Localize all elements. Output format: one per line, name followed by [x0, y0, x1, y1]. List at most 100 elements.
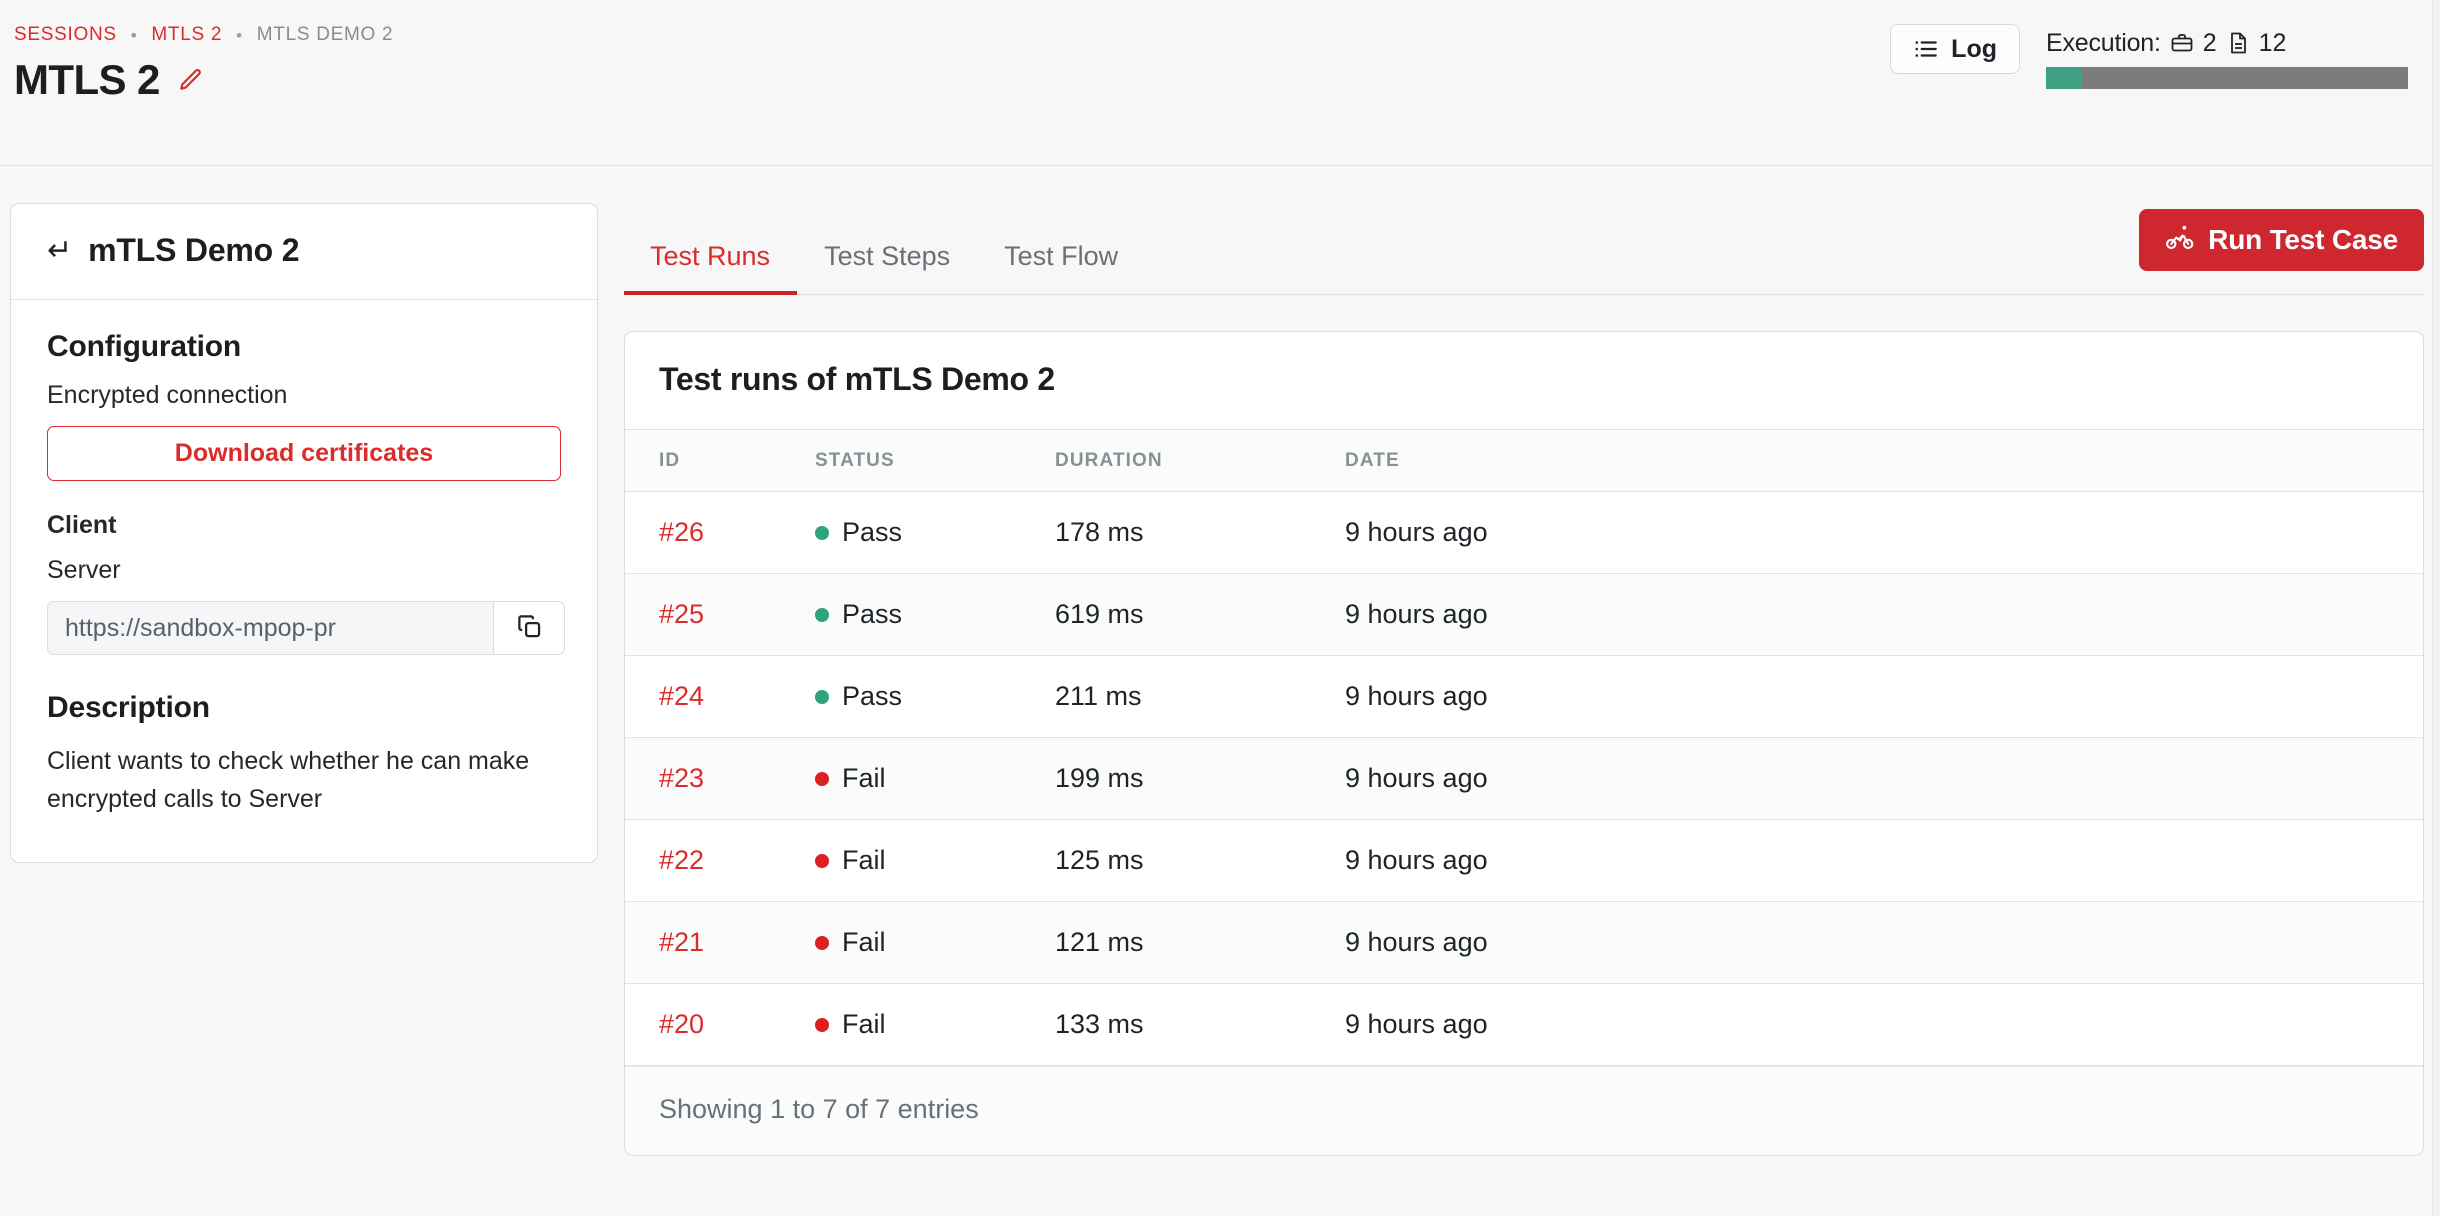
cell-status: Fail: [815, 819, 1055, 902]
sidebar-card-header: ↵ mTLS Demo 2: [11, 204, 597, 300]
table-row[interactable]: #24 Pass 211 ms 9 hours ago: [625, 655, 2423, 738]
configuration-heading: Configuration: [47, 330, 242, 363]
execution-briefcase-count: 2: [2202, 28, 2217, 57]
server-url-row: [47, 601, 565, 655]
client-label: Client: [47, 511, 117, 539]
execution-progress-fill: [2046, 67, 2083, 89]
cell-duration: 125 ms: [1055, 819, 1345, 902]
table-row[interactable]: #22 Fail 125 ms 9 hours ago: [625, 819, 2423, 902]
run-id-link[interactable]: #21: [659, 927, 704, 957]
status-label: Fail: [842, 927, 886, 957]
server-label: Server: [47, 556, 121, 584]
person-biking-icon: [2165, 222, 2195, 259]
run-test-case-button[interactable]: Run Test Case: [2139, 209, 2424, 271]
description-text: Client wants to check whether he can mak…: [47, 747, 530, 813]
status-label: Fail: [842, 1009, 886, 1039]
execution-status: Execution: 2 12: [2046, 24, 2408, 89]
cell-duration: 619 ms: [1055, 573, 1345, 656]
table-body: #26 Pass 178 ms 9 hours ago #25 Pass 619 ms 9 h…: [625, 491, 2423, 1066]
tabs-row: Test Runs Test Steps Test Flow Run Test …: [624, 203, 2424, 295]
execution-counts: Execution: 2 12: [2046, 26, 2408, 60]
status-dot-fail: [815, 853, 829, 868]
cell-status: Fail: [815, 983, 1055, 1066]
status-label: Fail: [842, 763, 886, 793]
breadcrumb-separator: •: [130, 25, 138, 45]
table-row[interactable]: #25 Pass 619 ms 9 hours ago: [625, 573, 2423, 656]
cell-id: #22: [625, 819, 815, 902]
cell-duration: 199 ms: [1055, 737, 1345, 820]
cell-duration: 121 ms: [1055, 901, 1345, 984]
status-label: Pass: [842, 517, 903, 547]
cell-status: Pass: [815, 655, 1055, 738]
status-dot-pass: [815, 689, 829, 704]
table-row[interactable]: #20 Fail 133 ms 9 hours ago: [625, 983, 2423, 1066]
document-icon: [2226, 31, 2250, 55]
cell-duration: 211 ms: [1055, 655, 1345, 738]
cell-id: #26: [625, 491, 815, 574]
cell-id: #24: [625, 655, 815, 738]
status-label: Pass: [842, 599, 903, 629]
breadcrumb-separator: •: [236, 25, 243, 45]
column-header-status: STATUS: [815, 429, 1055, 492]
column-header-id: ID: [625, 429, 815, 492]
breadcrumb-item-sessions[interactable]: SESSIONS: [14, 24, 117, 46]
breadcrumb-item-mtls-2[interactable]: MTLS 2: [151, 24, 222, 46]
test-runs-table: ID STATUS DURATION DATE #26 Pass 178 ms 9 h…: [625, 429, 2423, 1066]
copy-icon: [516, 613, 543, 643]
status-dot-fail: [815, 771, 829, 786]
encrypted-connection-label: Encrypted connection: [47, 381, 288, 409]
status-dot-fail: [815, 935, 829, 950]
list-icon: [1913, 36, 1939, 62]
execution-label: Execution:: [2046, 28, 2161, 57]
log-button[interactable]: Log: [1890, 24, 2020, 74]
table-row[interactable]: #23 Fail 199 ms 9 hours ago: [625, 737, 2423, 820]
cell-date: 9 hours ago: [1345, 983, 2423, 1066]
briefcase-icon: [2170, 31, 2194, 55]
test-runs-table-card: Test runs of mTLS Demo 2 ID STATUS DURAT…: [624, 331, 2424, 1156]
execution-document-count: 12: [2258, 28, 2287, 57]
download-certificates-button[interactable]: Download certificates: [47, 426, 561, 481]
tabs: Test Runs Test Steps Test Flow: [624, 203, 1145, 295]
cell-duration: 178 ms: [1055, 491, 1345, 574]
column-header-date: DATE: [1345, 429, 2423, 492]
table-header-row: ID STATUS DURATION DATE: [625, 429, 2423, 492]
cell-date: 9 hours ago: [1345, 819, 2423, 902]
pencil-icon[interactable]: [176, 65, 206, 95]
execution-progress-bar: [2046, 67, 2408, 89]
run-id-link[interactable]: #23: [659, 763, 704, 793]
run-id-link[interactable]: #24: [659, 681, 704, 711]
test-runs-table-title: Test runs of mTLS Demo 2: [659, 361, 1055, 397]
cell-status: Fail: [815, 901, 1055, 984]
tab-test-flow[interactable]: Test Flow: [977, 203, 1145, 295]
status-label: Fail: [842, 845, 886, 875]
cell-id: #23: [625, 737, 815, 820]
page-title: MTLS 2: [14, 56, 160, 103]
sidebar-card-title: mTLS Demo 2: [88, 232, 300, 268]
run-id-link[interactable]: #22: [659, 845, 704, 875]
cell-status: Pass: [815, 573, 1055, 656]
test-case-sidebar-card: ↵ mTLS Demo 2 Configuration Encrypted co…: [10, 203, 598, 863]
sidebar-card-body: Configuration Encrypted connection Downl…: [11, 300, 597, 862]
run-id-link[interactable]: #25: [659, 599, 704, 629]
header-actions: Log Execution: 2 12: [1890, 24, 2408, 89]
main-column: Test Runs Test Steps Test Flow Run Test …: [624, 203, 2424, 1156]
page-scrollbar[interactable]: [2432, 0, 2440, 1216]
table-row[interactable]: #21 Fail 121 ms 9 hours ago: [625, 901, 2423, 984]
tab-test-steps[interactable]: Test Steps: [797, 203, 977, 295]
server-url-input[interactable]: [47, 601, 493, 655]
status-dot-pass: [815, 525, 829, 540]
status-dot-fail: [815, 1017, 829, 1032]
run-id-link[interactable]: #20: [659, 1009, 704, 1039]
table-row[interactable]: #26 Pass 178 ms 9 hours ago: [625, 491, 2423, 574]
table-head: ID STATUS DURATION DATE: [625, 429, 2423, 492]
column-header-duration: DURATION: [1055, 429, 1345, 492]
run-id-link[interactable]: #26: [659, 517, 704, 547]
log-button-label: Log: [1951, 34, 1997, 63]
page-body: ↵ mTLS Demo 2 Configuration Encrypted co…: [0, 166, 2440, 1156]
tab-test-runs[interactable]: Test Runs: [624, 203, 798, 295]
cell-status: Pass: [815, 491, 1055, 574]
cell-duration: 133 ms: [1055, 983, 1345, 1066]
return-arrow-icon[interactable]: ↵: [47, 235, 72, 266]
copy-url-button[interactable]: [493, 601, 565, 655]
cell-date: 9 hours ago: [1345, 901, 2423, 984]
